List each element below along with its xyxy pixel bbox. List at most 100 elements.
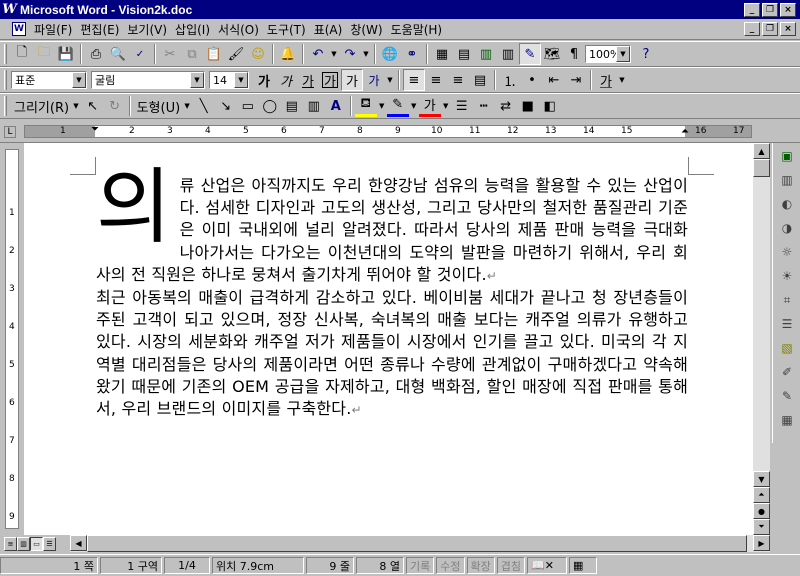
- font-color-dropdown-icon[interactable]: ▼: [441, 95, 451, 117]
- scroll-left-icon[interactable]: ◀: [70, 535, 87, 551]
- less-contrast-icon[interactable]: ◑: [776, 217, 798, 239]
- increase-indent-icon[interactable]: ⇥: [565, 69, 587, 91]
- arrow-style-icon[interactable]: ⇄: [495, 95, 517, 117]
- status-ext[interactable]: 확장: [466, 557, 495, 574]
- toolbar-grip[interactable]: [4, 70, 7, 90]
- select-objects-icon[interactable]: ↖: [82, 95, 104, 117]
- numbering-icon[interactable]: ⒈: [499, 69, 521, 91]
- show-hide-icon[interactable]: ¶: [563, 43, 585, 65]
- more-brightness-icon[interactable]: ☼: [776, 241, 798, 263]
- set-transparent-icon[interactable]: ✐: [776, 361, 798, 383]
- text-wrapping-icon[interactable]: ▦: [776, 409, 798, 431]
- next-page-icon[interactable]: ⏷: [753, 519, 770, 535]
- spelling-status-icon[interactable]: 📖✕: [527, 557, 567, 574]
- wordart-icon[interactable]: A: [325, 95, 347, 117]
- normal-view-button[interactable]: ≡: [4, 536, 17, 551]
- toolbar-grip[interactable]: [4, 96, 7, 116]
- vertical-ruler-strip[interactable]: 1 2 3 4 5 6 7 8 9: [5, 149, 19, 529]
- outline-view-button[interactable]: ☰: [43, 536, 56, 551]
- document-body[interactable]: 의 류 산업은 아직까지도 우리 한양강남 섬유의 능력을 활용할 수 있는 산…: [96, 167, 688, 421]
- bell-icon[interactable]: 🔔: [277, 43, 299, 65]
- autoshapes-menu-button[interactable]: 도형(U) ▼: [134, 95, 193, 117]
- rectangle-icon[interactable]: ▭: [237, 95, 259, 117]
- save-icon[interactable]: 💾: [55, 43, 77, 65]
- scroll-right-icon[interactable]: ▶: [753, 535, 770, 551]
- insert-table-icon[interactable]: ▤: [453, 43, 475, 65]
- zoom-select[interactable]: 100% ▼: [585, 45, 631, 63]
- new-document-icon[interactable]: 🗋: [11, 43, 33, 65]
- scroll-down-icon[interactable]: ▼: [753, 471, 770, 487]
- horizontal-ruler[interactable]: L 1 2 3 4 5 6 7 8 9 10 11 12 13 14 15 16…: [0, 121, 800, 143]
- vertical-text-box-icon[interactable]: ▥: [303, 95, 325, 117]
- less-brightness-icon[interactable]: ☀: [776, 265, 798, 287]
- free-rotate-icon[interactable]: ↻: [104, 95, 126, 117]
- chevron-down-icon[interactable]: ▼: [616, 46, 630, 62]
- char-border-button[interactable]: 가: [319, 69, 341, 91]
- toolbar-grip[interactable]: [4, 44, 7, 64]
- document-icon[interactable]: W: [12, 22, 26, 36]
- menu-help[interactable]: 도움말(H): [387, 21, 447, 38]
- macro-status-icon[interactable]: ▦: [569, 557, 597, 574]
- document-map-icon[interactable]: 🗺: [541, 43, 563, 65]
- insert-picture-icon[interactable]: ▣: [776, 145, 798, 167]
- underline-button[interactable]: 가: [297, 69, 319, 91]
- vertical-ruler[interactable]: 1 2 3 4 5 6 7 8 9: [0, 143, 24, 535]
- menu-tools[interactable]: 도구(T): [263, 21, 310, 38]
- first-line-indent-marker[interactable]: ⏷: [91, 124, 99, 135]
- menu-edit[interactable]: 편집(E): [76, 21, 123, 38]
- line-color-dropdown-icon[interactable]: ▼: [409, 95, 419, 117]
- menu-format[interactable]: 서식(O): [214, 21, 263, 38]
- 3d-icon[interactable]: ◧: [539, 95, 561, 117]
- fill-color-icon[interactable]: ⛾: [354, 95, 377, 117]
- undo-dropdown-icon[interactable]: ▼: [329, 43, 339, 65]
- style-select[interactable]: 표준 ▼: [11, 71, 87, 89]
- doc-minimize-button[interactable]: _: [744, 22, 760, 36]
- chevron-down-icon[interactable]: ▼: [72, 72, 86, 88]
- scroll-up-icon[interactable]: ▲: [753, 143, 770, 159]
- print-icon[interactable]: ⎙: [85, 43, 107, 65]
- redo-dropdown-icon[interactable]: ▼: [361, 43, 371, 65]
- restore-button[interactable]: ❐: [762, 2, 778, 17]
- menu-window[interactable]: 창(W): [346, 21, 386, 38]
- line-style-icon[interactable]: ☰: [776, 313, 798, 335]
- font-select[interactable]: 굴림 ▼: [91, 71, 205, 89]
- doc-restore-button[interactable]: ❐: [762, 22, 778, 36]
- paragraph[interactable]: 최근 아동복의 매출이 급격하게 감소하고 있다. 베이비붐 세대가 끝나고 청…: [96, 287, 688, 421]
- line-icon[interactable]: ╲: [193, 95, 215, 117]
- font-size-select[interactable]: 14 ▼: [209, 71, 249, 89]
- minimize-button[interactable]: _: [744, 2, 760, 17]
- oval-icon[interactable]: ◯: [259, 95, 281, 117]
- hyperlink-icon[interactable]: ⚭: [401, 43, 423, 65]
- reset-picture-icon[interactable]: ✎: [776, 385, 798, 407]
- tab-selector-icon[interactable]: L: [4, 126, 16, 138]
- menu-insert[interactable]: 삽입(I): [171, 21, 214, 38]
- menu-table[interactable]: 표(A): [310, 21, 347, 38]
- chevron-down-icon[interactable]: ▼: [234, 72, 248, 88]
- distributed-button[interactable]: ▤: [469, 69, 491, 91]
- text-box-icon[interactable]: ▤: [281, 95, 303, 117]
- doc-close-button[interactable]: ×: [780, 22, 796, 36]
- office-assistant-icon[interactable]: ?: [635, 43, 657, 65]
- insert-excel-icon[interactable]: ▥: [475, 43, 497, 65]
- tables-borders-icon[interactable]: ▦: [431, 43, 453, 65]
- redo-icon[interactable]: ↷: [339, 43, 361, 65]
- arrow-icon[interactable]: ↘: [215, 95, 237, 117]
- paste-icon[interactable]: 📋: [203, 43, 225, 65]
- align-justify-button[interactable]: ≡: [403, 69, 425, 91]
- open-folder-icon[interactable]: 🗀: [33, 43, 55, 65]
- word-app-icon[interactable]: W: [2, 2, 17, 17]
- fill-color-dropdown-icon[interactable]: ▼: [377, 95, 387, 117]
- print-layout-button[interactable]: ▭: [30, 536, 43, 551]
- right-indent-marker[interactable]: ⏶: [681, 126, 689, 137]
- format-painter-icon[interactable]: 🖌: [225, 43, 247, 65]
- line-style-icon[interactable]: ☰: [451, 95, 473, 117]
- horizontal-scroll-thumb[interactable]: [87, 535, 747, 552]
- shadow-icon[interactable]: ■: [517, 95, 539, 117]
- status-rec[interactable]: 기록: [406, 557, 435, 574]
- italic-button[interactable]: 가: [275, 69, 297, 91]
- phonetic-guide-button[interactable]: 가: [363, 69, 385, 91]
- close-button[interactable]: ×: [780, 2, 796, 17]
- horizontal-scrollbar[interactable]: ◀ ▶: [70, 535, 770, 552]
- status-ovr[interactable]: 겹침: [496, 557, 525, 574]
- undo-icon[interactable]: ↶: [307, 43, 329, 65]
